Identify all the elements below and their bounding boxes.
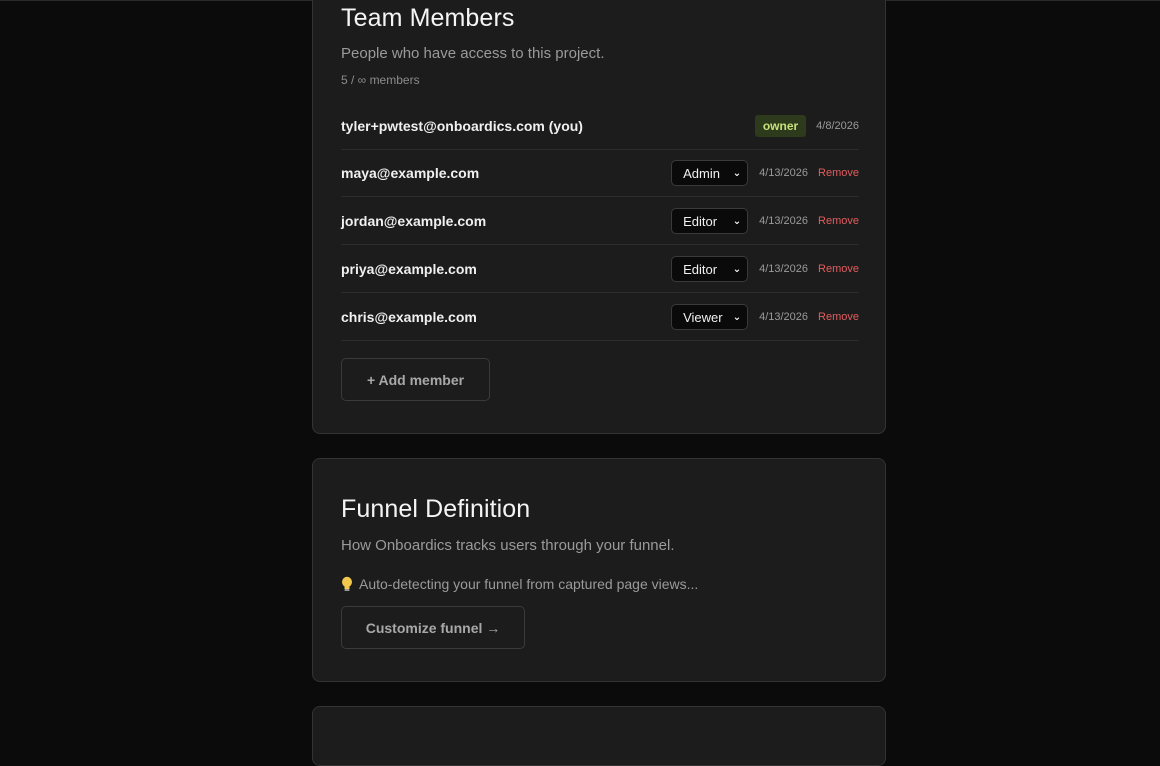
member-email: chris@example.com [341,309,477,325]
member-row: jordan@example.com Editor ⌄ 4/13/2026 Re… [341,198,859,245]
member-row: priya@example.com Editor ⌄ 4/13/2026 Rem… [341,246,859,293]
member-date: 4/13/2026 [759,311,809,323]
remove-member-button[interactable]: Remove [818,263,859,275]
lightbulb-icon [341,576,353,592]
owner-badge: owner [754,115,807,137]
member-email: jordan@example.com [341,213,487,229]
member-count: 5 / ∞ members [341,73,420,87]
role-select-value: Editor [683,261,718,277]
funnel-definition-title: Funnel Definition [341,495,531,523]
role-select-value: Editor [683,213,718,229]
team-members-card: Team Members People who have access to t… [312,0,886,434]
role-select[interactable]: Admin ⌄ [671,160,749,186]
remove-member-button[interactable]: Remove [818,167,859,179]
chevron-down-icon: ⌄ [732,167,742,179]
member-email: maya@example.com [341,165,480,181]
funnel-autodetect-hint: Auto-detecting your funnel from captured… [341,576,698,592]
remove-member-button[interactable]: Remove [818,311,859,323]
member-row-owner: tyler+pwtest@onboardics.com (you) owner … [341,103,859,150]
chevron-down-icon: ⌄ [732,215,742,227]
member-date: 4/13/2026 [759,167,809,179]
member-date: 4/8/2026 [816,120,859,132]
role-select-value: Admin [683,165,720,181]
team-members-title: Team Members [341,4,515,32]
customize-funnel-button[interactable]: Customize funnel → [341,606,525,649]
add-member-button[interactable]: + Add member [341,358,490,401]
role-select[interactable]: Viewer ⌄ [671,304,749,330]
chevron-down-icon: ⌄ [732,311,742,323]
member-date: 4/13/2026 [759,263,809,275]
funnel-definition-subtitle: How Onboardics tracks users through your… [341,537,675,554]
member-row: maya@example.com Admin ⌄ 4/13/2026 Remov… [341,150,859,197]
funnel-definition-card: Funnel Definition How Onboardics tracks … [312,458,886,682]
remove-member-button[interactable]: Remove [818,215,859,227]
chevron-down-icon: ⌄ [732,263,742,275]
member-date: 4/13/2026 [759,215,809,227]
member-email: priya@example.com [341,261,477,277]
role-select[interactable]: Editor ⌄ [671,256,749,282]
role-select-value: Viewer [683,309,723,325]
team-members-subtitle: People who have access to this project. [341,45,605,62]
member-row: chris@example.com Viewer ⌄ 4/13/2026 Rem… [341,294,859,341]
member-email: tyler+pwtest@onboardics.com (you) [341,118,583,134]
funnel-hint-text: Auto-detecting your funnel from captured… [359,576,699,592]
role-select[interactable]: Editor ⌄ [671,208,749,234]
next-settings-card [312,706,886,766]
